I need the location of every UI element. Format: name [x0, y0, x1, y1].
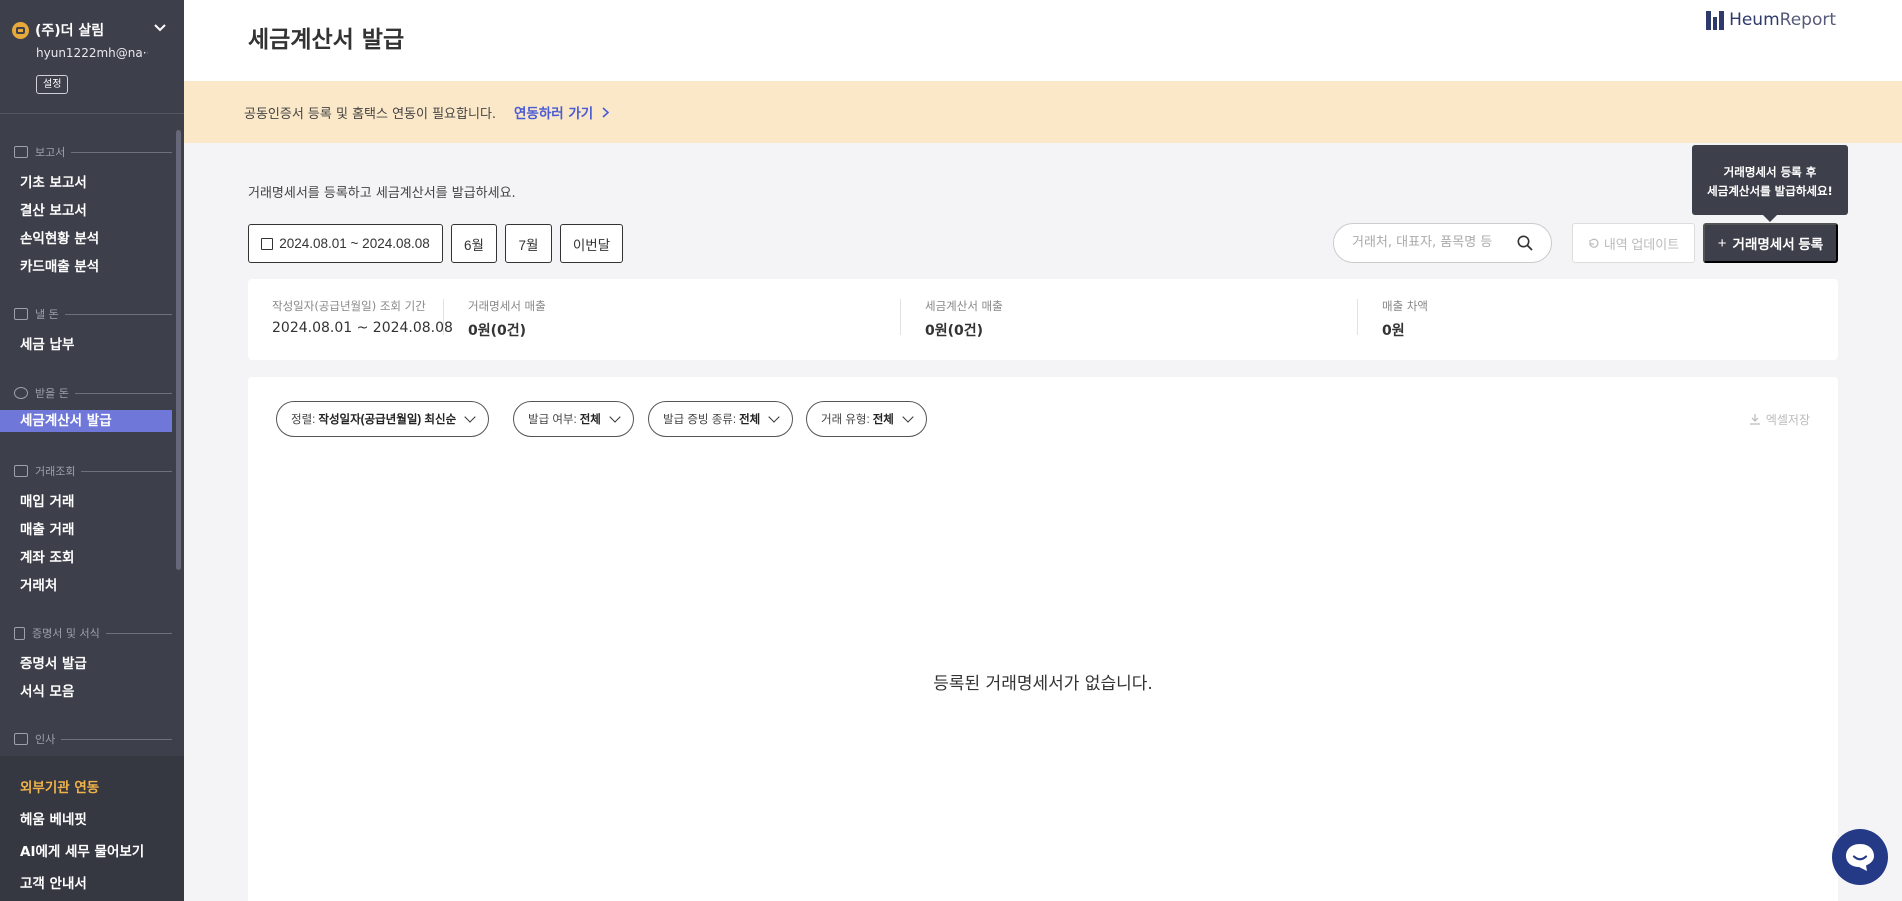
date-range-picker[interactable]: 2024.08.01 ~ 2024.08.08 [248, 224, 443, 263]
sidebar-item-guide[interactable]: 고객 안내서 [20, 872, 87, 892]
sidebar-item-closing-report[interactable]: 결산 보고서 [20, 199, 87, 219]
section-title: 증명서 및 서식 [32, 627, 100, 640]
month-july-button[interactable]: 7월 [505, 224, 552, 263]
sidebar-item-certificate[interactable]: 증명서 발급 [20, 652, 87, 672]
banner-text: 공동인증서 등록 및 홈택스 연동이 필요합니다. [244, 107, 497, 122]
chat-support-button[interactable] [1832, 829, 1888, 885]
this-month-button[interactable]: 이번달 [560, 224, 623, 263]
section-header-receive: 받을 돈 [14, 385, 172, 401]
section-header-certs: 증명서 및 서식 [14, 625, 172, 641]
month-june-button[interactable]: 6월 [451, 224, 497, 263]
sales-diff-label: 매출 차액 [1382, 299, 1428, 313]
sales-diff-value: 0원 [1382, 323, 1405, 339]
chevron-down-icon [609, 411, 621, 423]
issue-status-filter[interactable]: 발급 여부: 전체 [513, 401, 634, 437]
search-box [1333, 223, 1552, 263]
page-title: 세금계산서 발급 [248, 27, 405, 53]
register-tooltip: 거래명세서 등록 후 세금계산서를 발급하세요! [1692, 145, 1848, 222]
brand-name: HeumReport [1729, 10, 1836, 30]
empty-message: 등록된 거래명세서가 없습니다. [933, 674, 1153, 694]
sidebar-item-external-link[interactable]: 외부기관 연동 [20, 776, 99, 796]
sidebar-item-forms[interactable]: 서식 모음 [20, 680, 74, 700]
chart-icon [14, 465, 28, 477]
sidebar-item-tax-payment[interactable]: 세금 납부 [20, 333, 74, 353]
sidebar-item-clients[interactable]: 거래처 [20, 574, 57, 594]
chevron-down-icon [464, 411, 476, 423]
chat-icon [1846, 844, 1874, 871]
chevron-down-icon [768, 411, 780, 423]
sidebar-bottom: 외부기관 연동 헤움 베네핏 AI에게 세무 물어보기 고객 안내서 [0, 756, 184, 901]
sidebar-item-sales[interactable]: 매출 거래 [20, 518, 74, 538]
sort-filter[interactable]: 정렬: 작성일자(공급년월일) 최신순 [276, 401, 490, 437]
section-title: 낼 돈 [35, 308, 59, 321]
period-value: 2024.08.01 ~ 2024.08.08 [272, 320, 453, 336]
section-header-pay: 낼 돈 [14, 306, 172, 322]
sidebar: (주)더 살림 hyun1222mh@na··· 설정 보고서 기초 보고서 결… [0, 0, 184, 901]
section-title: 받을 돈 [35, 387, 69, 400]
document-icon [14, 626, 25, 640]
sidebar-item-profit-analysis[interactable]: 손익현황 분석 [20, 227, 99, 247]
invoice-sales-label: 세금계산서 매출 [925, 299, 1003, 313]
brand-logo[interactable]: HeumReport [1706, 10, 1836, 30]
sidebar-scrollbar[interactable] [176, 130, 181, 570]
notice-banner: 공동인증서 등록 및 홈택스 연동이 필요합니다. 연동하러 가기 [184, 81, 1902, 143]
chevron-down-icon[interactable] [154, 21, 166, 35]
calendar-icon [261, 237, 274, 250]
transaction-type-filter[interactable]: 거래 유형: 전체 [806, 401, 927, 437]
sidebar-item-account[interactable]: 계좌 조회 [20, 546, 74, 566]
invoice-sales-value: 0원(0건) [925, 323, 984, 339]
register-statement-button[interactable]: + 거래명세서 등록 [1703, 223, 1838, 263]
sidebar-item-basic-report[interactable]: 기초 보고서 [20, 171, 87, 191]
section-title: 거래조회 [35, 465, 76, 478]
top-header: 세금계산서 발급 HeumReport [184, 0, 1902, 81]
sidebar-item-ai-tax[interactable]: AI에게 세무 물어보기 [20, 840, 144, 860]
chevron-right-icon [602, 107, 610, 118]
period-label: 작성일자(공급년월일) 조회 기간 [272, 299, 426, 313]
company-name: (주)더 살림 [35, 23, 105, 39]
statement-sales-label: 거래명세서 매출 [468, 299, 546, 313]
sidebar-item-tax-invoice[interactable]: 세금계산서 발급 [0, 410, 172, 432]
section-title: 인사 [35, 733, 56, 746]
section-title: 보고서 [35, 146, 66, 159]
user-email: hyun1222mh@na··· [36, 46, 148, 60]
search-input[interactable] [1352, 235, 1512, 250]
sidebar-item-purchase[interactable]: 매입 거래 [20, 490, 74, 510]
connect-link[interactable]: 연동하러 가기 [514, 102, 610, 122]
person-card-icon [14, 733, 28, 745]
section-header-transactions: 거래조회 [14, 463, 172, 479]
refresh-icon [1589, 238, 1599, 248]
statement-sales-value: 0원(0건) [468, 323, 527, 339]
summary-card: 작성일자(공급년월일) 조회 기간 2024.08.01 ~ 2024.08.0… [248, 279, 1838, 360]
intro-text: 거래명세서를 등록하고 세금계산서를 발급하세요. [248, 186, 516, 201]
chevron-down-icon [902, 411, 914, 423]
settings-button[interactable]: 설정 [36, 75, 69, 94]
update-button[interactable]: 내역 업데이트 [1572, 223, 1695, 263]
company-selector[interactable]: (주)더 살림 [12, 20, 166, 40]
receive-icon [14, 387, 28, 399]
section-header-reports: 보고서 [14, 144, 172, 160]
proof-type-filter[interactable]: 발급 증빙 종류: 전체 [648, 401, 794, 437]
date-range-label: 2024.08.01 ~ 2024.08.08 [279, 236, 430, 251]
pay-icon [14, 308, 28, 320]
divider [0, 113, 184, 114]
brand-logo-icon [1706, 10, 1725, 30]
company-icon [12, 21, 29, 39]
report-icon [14, 146, 28, 158]
excel-export-button[interactable]: 엑셀저장 [1749, 411, 1810, 428]
download-icon [1749, 414, 1760, 425]
plus-icon: + [1717, 234, 1727, 252]
sidebar-item-card-sales[interactable]: 카드매출 분석 [20, 255, 99, 275]
statement-list: 정렬: 작성일자(공급년월일) 최신순 발급 여부: 전체 발급 증빙 종류: 전체 … [248, 377, 1838, 901]
section-header-hr: 인사 [14, 731, 172, 747]
search-icon[interactable] [1517, 235, 1533, 251]
sidebar-item-benefit[interactable]: 헤움 베네핏 [20, 808, 87, 828]
